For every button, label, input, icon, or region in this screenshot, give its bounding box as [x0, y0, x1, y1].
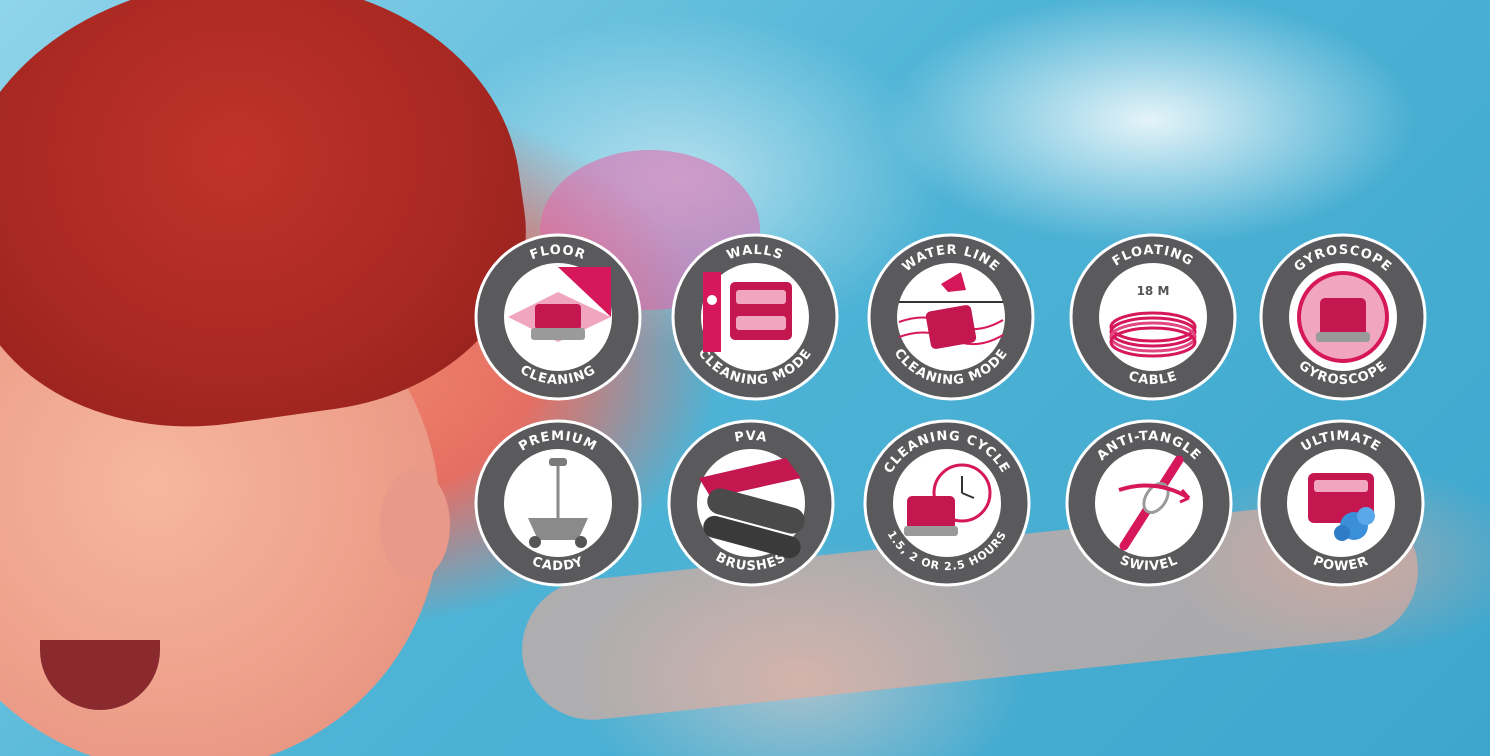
badge-ultimate-power: ULTIMATE POWER	[1256, 418, 1426, 588]
svg-text:PVA: PVA	[733, 429, 768, 446]
badge-gyroscope: GYROSCOPE GYROSCOPE	[1258, 232, 1428, 402]
cable-length-label: 18 M	[1137, 284, 1170, 298]
hero-photo: FLOOR CLEANING WALLS CLEANING MODE WATER…	[0, 0, 1490, 756]
badge-anti-tangle: ANTI-TANGLE SWIVEL	[1064, 418, 1234, 588]
badge-floating-cable: FLOATING CABLE 18 M	[1068, 232, 1238, 402]
gyroscope-robot-icon	[1297, 271, 1389, 363]
badge-pva-brushes: PVA BRUSHES	[666, 418, 836, 588]
wall-robot-icon	[703, 272, 792, 352]
badge-top-label: PVA	[733, 429, 767, 446]
badge-water-line: WATER LINE CLEANING MODE	[866, 232, 1036, 402]
badge-premium-caddy: PREMIUM CADDY	[473, 418, 643, 588]
badge-walls-cleaning: WALLS CLEANING MODE	[670, 232, 840, 402]
badge-cleaning-cycle: CLEANING CYCLE 1.5, 2 OR 2.5 HOURS	[862, 418, 1032, 588]
badge-floor-cleaning: FLOOR CLEANING	[473, 232, 643, 402]
feature-badges: FLOOR CLEANING WALLS CLEANING MODE WATER…	[0, 0, 1490, 756]
